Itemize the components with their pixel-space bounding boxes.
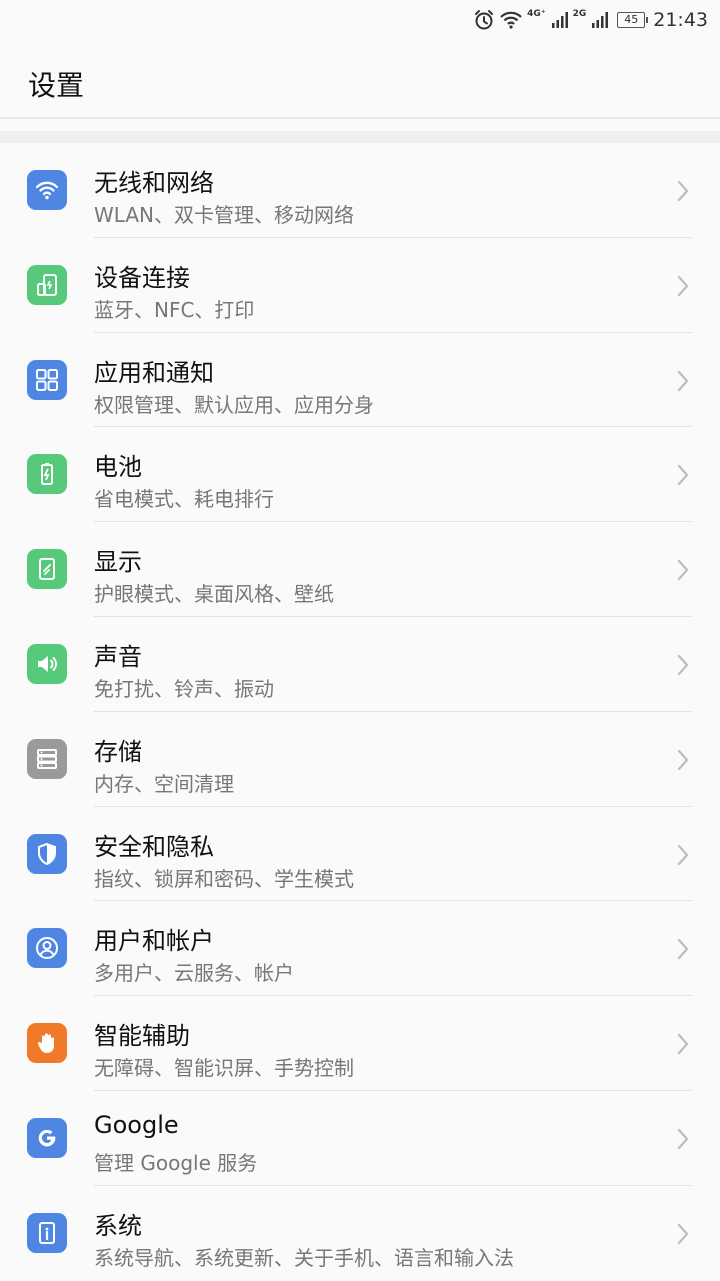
settings-item-subtitle: 省电模式、耗电排行 (94, 487, 274, 512)
chevron-right-icon (676, 1223, 690, 1249)
clock: 21:43 (653, 9, 708, 31)
settings-item-11[interactable]: Google 管理 Google 服务 (0, 1091, 720, 1186)
chevron-right-icon (676, 370, 690, 396)
settings-item-title: 声音 (94, 642, 142, 671)
settings-item-title: Google (94, 1110, 179, 1139)
signal-icon (551, 11, 569, 29)
settings-item-1[interactable]: 无线和网络 WLAN、双卡管理、移动网络 (0, 143, 720, 238)
settings-item-subtitle: 管理 Google 服务 (94, 1150, 258, 1175)
chevron-right-icon (676, 1033, 690, 1059)
settings-item-3[interactable]: 应用和通知 权限管理、默认应用、应用分身 (0, 333, 720, 428)
settings-item-subtitle: 蓝牙、NFC、打印 (94, 297, 255, 322)
alarm-icon (473, 9, 495, 31)
user-icon (27, 928, 67, 969)
storage-icon (27, 738, 67, 779)
settings-item-subtitle: 系统导航、系统更新、关于手机、语言和输入法 (94, 1245, 514, 1270)
settings-item-title: 应用和通知 (94, 358, 214, 387)
status-bar: 4G⁺ 2G 45 21:43 (0, 0, 720, 40)
battery-icon (27, 454, 67, 495)
chevron-right-icon (676, 464, 690, 490)
display-icon (27, 549, 67, 590)
settings-item-subtitle: 无障碍、智能识屏、手势控制 (94, 1056, 354, 1081)
chevron-right-icon (676, 559, 690, 585)
settings-item-5[interactable]: 显示 护眼模式、桌面风格、壁纸 (0, 522, 720, 617)
settings-item-subtitle: 内存、空间清理 (94, 771, 234, 796)
section-gap (0, 131, 720, 143)
hand-icon (27, 1023, 67, 1064)
title-divider (0, 117, 720, 119)
settings-item-title: 电池 (94, 453, 142, 482)
settings-item-8[interactable]: 安全和隐私 指纹、锁屏和密码、学生模式 (0, 807, 720, 902)
settings-item-title: 系统 (94, 1211, 142, 1240)
settings-item-title: 用户和帐户 (94, 927, 214, 956)
settings-item-title: 无线和网络 (94, 169, 214, 197)
settings-item-title: 存储 (94, 737, 142, 766)
settings-list: 无线和网络 WLAN、双卡管理、移动网络 设备连接 蓝牙、NFC、打印 应用和通… (0, 143, 720, 1281)
chevron-right-icon (676, 275, 690, 301)
chevron-right-icon (676, 1128, 690, 1154)
settings-item-6[interactable]: 声音 免打扰、铃声、振动 (0, 617, 720, 712)
chevron-right-icon (676, 180, 690, 206)
chevron-right-icon (676, 654, 690, 680)
settings-item-title: 安全和隐私 (94, 832, 214, 861)
page-title: 设置 (28, 69, 85, 102)
settings-item-subtitle: 多用户、云服务、帐户 (94, 961, 294, 986)
battery-indicator: 45 (617, 12, 649, 28)
info-icon (27, 1212, 67, 1253)
settings-item-title: 显示 (94, 548, 142, 577)
settings-item-subtitle: WLAN、双卡管理、移动网络 (94, 203, 355, 227)
settings-item-subtitle: 免打扰、铃声、振动 (94, 676, 274, 701)
signal-icon (591, 11, 609, 29)
status-icons: 4G⁺ 2G 45 21:43 (473, 8, 708, 32)
apps-grid-icon (27, 359, 67, 400)
settings-item-subtitle: 护眼模式、桌面风格、壁纸 (94, 582, 334, 607)
network-type-label-1: 4G⁺ (527, 9, 546, 19)
settings-item-10[interactable]: 智能辅助 无障碍、智能识屏、手势控制 (0, 996, 720, 1091)
settings-item-subtitle: 指纹、锁屏和密码、学生模式 (94, 866, 354, 891)
settings-item-12[interactable]: 系统 系统导航、系统更新、关于手机、语言和输入法 (0, 1186, 720, 1281)
chevron-right-icon (676, 938, 690, 964)
settings-item-2[interactable]: 设备连接 蓝牙、NFC、打印 (0, 238, 720, 333)
google-icon (27, 1117, 67, 1158)
settings-item-4[interactable]: 电池 省电模式、耗电排行 (0, 427, 720, 523)
wifi-icon (27, 170, 67, 210)
settings-item-title: 设备连接 (94, 263, 190, 292)
settings-item-7[interactable]: 存储 内存、空间清理 (0, 712, 720, 807)
settings-item-title: 智能辅助 (94, 1022, 190, 1051)
chevron-right-icon (676, 749, 690, 775)
device-connection-icon (27, 264, 67, 305)
shield-icon (27, 833, 67, 874)
chevron-right-icon (676, 844, 690, 870)
wifi-status-icon (499, 10, 523, 30)
title-bar: 设置 (0, 40, 720, 120)
network-type-label-2: 2G (572, 9, 587, 19)
speaker-icon (27, 643, 67, 684)
settings-item-9[interactable]: 用户和帐户 多用户、云服务、帐户 (0, 901, 720, 997)
settings-item-subtitle: 权限管理、默认应用、应用分身 (94, 392, 374, 417)
